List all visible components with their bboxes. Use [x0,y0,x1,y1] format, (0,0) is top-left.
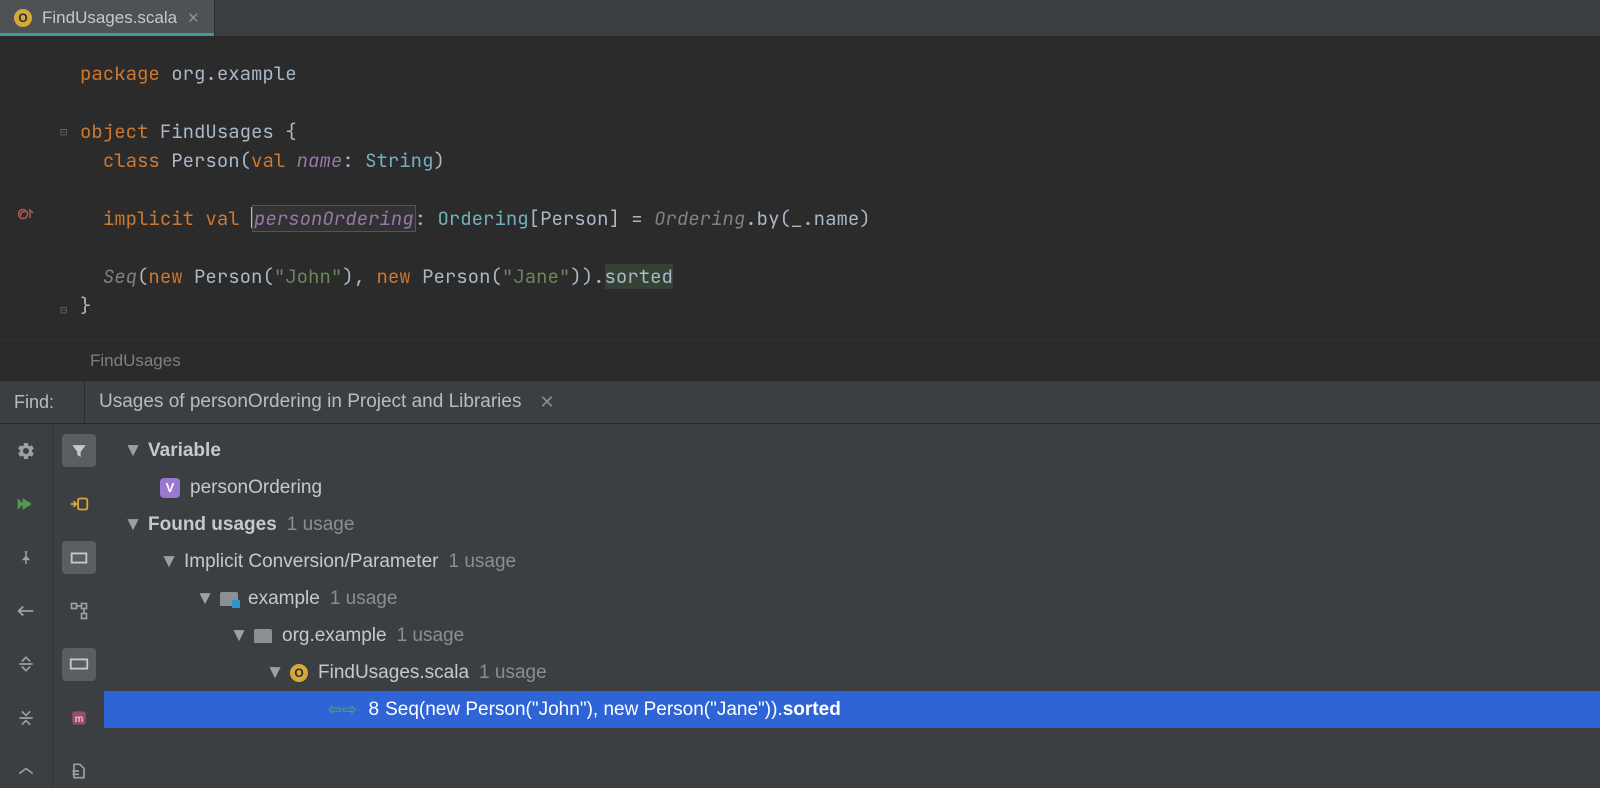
fold-end-icon[interactable]: ⊟ [60,296,67,325]
up-button[interactable] [9,755,43,788]
close-icon[interactable]: ✕ [187,9,200,27]
export-button[interactable] [62,755,96,788]
tree-view-button[interactable] [62,594,96,627]
fold-handle-icon[interactable]: ⊟ [60,118,67,147]
find-title: Usages of personOrdering in Project and … [99,391,521,413]
close-icon[interactable]: ✕ [539,392,554,413]
tree-node-module[interactable]: ▼ example 1 usage [104,580,1600,617]
code-body[interactable]: package org.example object FindUsages { … [80,37,871,340]
group-by-button[interactable] [62,541,96,574]
breadcrumb[interactable]: FindUsages [0,340,1600,380]
usage-text: Seq(new Person("John"), new Person("Jane… [385,699,783,721]
implicit-gutter-icon[interactable] [18,207,36,221]
chevron-down-icon[interactable]: ▼ [124,514,142,536]
filter-button[interactable] [62,434,96,467]
tree-node-file[interactable]: ▼ O FindUsages.scala 1 usage [104,654,1600,691]
editor-tabs: O FindUsages.scala ✕ [0,0,1600,37]
tab-label: FindUsages.scala [42,8,177,28]
chevron-down-icon[interactable]: ▼ [124,440,142,462]
tree-node-usage-hit[interactable]: ⇦⇨ 8 Seq(new Person("John"), new Person(… [104,691,1600,728]
expand-all-button[interactable] [9,648,43,681]
tab-findusages[interactable]: O FindUsages.scala ✕ [0,0,215,36]
settings-button[interactable] [9,434,43,467]
back-button[interactable] [9,594,43,627]
chevron-down-icon[interactable]: ▼ [266,662,284,684]
usages-tree[interactable]: ▼ Variable V personOrdering ▼ Found usag… [104,424,1600,788]
group-module-button[interactable]: m [62,701,96,734]
tree-node-found-usages[interactable]: ▼ Found usages 1 usage [104,506,1600,543]
usage-line-number: 8 [369,699,380,721]
svg-text:m: m [74,714,82,725]
chevron-down-icon[interactable]: ▼ [160,551,178,573]
find-toolwindow-header: Find: Usages of personOrdering in Projec… [0,380,1600,424]
tree-node-variable[interactable]: ▼ Variable [104,432,1600,469]
tree-node-variable-name[interactable]: V personOrdering [104,469,1600,506]
breadcrumb-item[interactable]: FindUsages [90,351,181,371]
collapse-all-button[interactable] [9,701,43,734]
flatten-button[interactable] [62,648,96,681]
tree-node-package[interactable]: ▼ org.example 1 usage [104,617,1600,654]
find-toolbar-right: m [52,424,104,788]
find-results: m ▼ Variable V personOrdering ▼ Found us… [0,424,1600,788]
rerun-button[interactable] [9,487,43,520]
module-folder-icon [220,592,238,606]
find-toolbar-left [0,424,52,788]
chevron-down-icon[interactable]: ▼ [230,625,248,647]
folder-icon [254,629,272,643]
chevron-down-icon[interactable]: ▼ [196,588,214,610]
find-tab[interactable]: Usages of personOrdering in Project and … [84,381,1600,423]
code-editor[interactable]: ⊟ ⊟ package org.example object FindUsage… [0,37,1600,340]
pin-button[interactable] [9,541,43,574]
usage-match: sorted [783,699,841,721]
editor-gutter: ⊟ ⊟ [0,37,80,340]
autoscroll-button[interactable] [62,487,96,520]
implicit-usage-icon: ⇦⇨ [328,700,357,720]
find-label: Find: [0,381,84,423]
scala-object-icon: O [14,9,32,27]
scala-object-icon: O [290,664,308,682]
tree-node-category[interactable]: ▼ Implicit Conversion/Parameter 1 usage [104,543,1600,580]
variable-icon: V [160,478,180,498]
